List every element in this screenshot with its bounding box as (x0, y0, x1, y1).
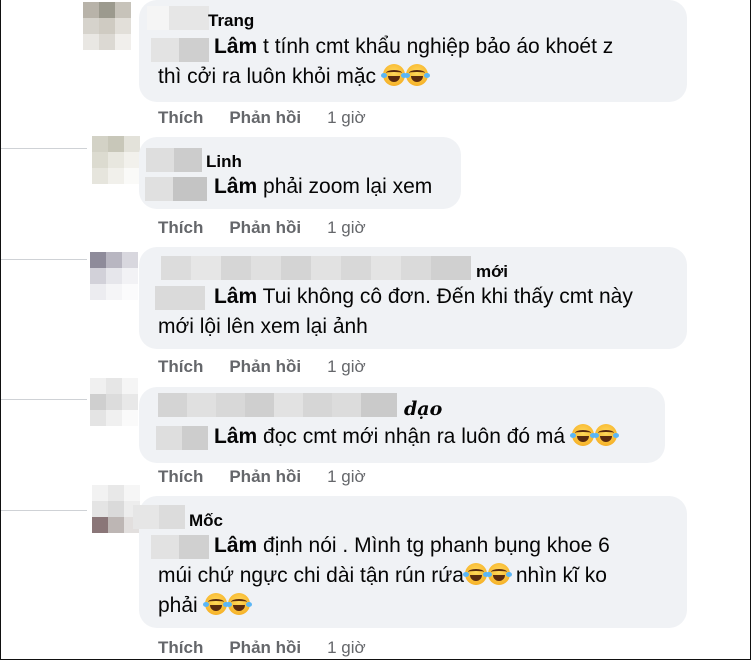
reply-button[interactable]: Phản hồi (229, 638, 301, 658)
blurred-mention (155, 286, 205, 310)
blurred-mention (151, 535, 209, 559)
commenter-name[interactable]: mới (476, 262, 508, 282)
avatar[interactable] (83, 2, 131, 50)
blurred-name (133, 505, 185, 529)
avatar[interactable] (90, 252, 138, 300)
like-button[interactable]: Thích (158, 357, 203, 377)
comment-text: múi chứ ngực chi dài tận rún rứa nhìn kĩ… (158, 563, 607, 587)
like-button[interactable]: Thích (158, 108, 203, 128)
blurred-name (146, 148, 202, 172)
avatar[interactable] (92, 136, 140, 184)
commenter-name[interactable]: Mốc (189, 511, 223, 531)
blurred-name (147, 6, 209, 30)
like-button[interactable]: Thích (158, 218, 203, 238)
laughing-emoji-icon (592, 424, 619, 446)
mention-link[interactable]: Lâm (214, 175, 257, 198)
comment-text: thì cởi ra luôn khỏi mặc (158, 62, 430, 92)
blurred-mention (156, 426, 208, 450)
avatar[interactable] (90, 378, 138, 426)
commenter-name[interactable]: Linh (206, 152, 242, 172)
commenter-name[interactable]: dạo (404, 398, 442, 420)
timestamp[interactable]: 1 giờ (327, 108, 366, 128)
laughing-emoji-icon (225, 593, 252, 615)
mention-link[interactable]: Lâm (214, 35, 257, 58)
mention-link[interactable]: Lâm (214, 285, 257, 308)
comment-text: phải (158, 591, 252, 621)
laughing-emoji-icon (485, 563, 512, 585)
comment-actions: Thích Phản hồi 1 giờ (158, 357, 366, 377)
comment-text: Lâm định nói . Mình tg phanh bụng khoe 6 (214, 534, 610, 557)
divider (1, 510, 87, 511)
reply-button[interactable]: Phản hồi (229, 467, 301, 487)
laughing-emoji-icon (202, 593, 229, 615)
laughing-emoji-icon (403, 64, 430, 86)
reply-button[interactable]: Phản hồi (229, 357, 301, 377)
comment-actions: Thích Phản hồi 1 giờ (158, 108, 366, 128)
reply-button[interactable]: Phản hồi (229, 108, 301, 128)
laughing-emoji-icon (569, 424, 596, 446)
comment-text: Lâm t tính cmt khẩu nghiệp bảo áo khoét … (214, 35, 614, 58)
comment-text: mới lội lên xem lại ảnh (158, 315, 368, 338)
timestamp[interactable]: 1 giờ (327, 218, 366, 238)
comment-actions: Thích Phản hồi 1 giờ (158, 638, 366, 658)
timestamp[interactable]: 1 giờ (327, 357, 366, 377)
comment-text: Lâm Tui không cô đơn. Đến khi thấy cmt n… (214, 285, 633, 308)
commenter-name[interactable]: Trang (208, 11, 254, 31)
comment-thread: Trang Lâm t tính cmt khẩu nghiệp bảo áo … (0, 0, 751, 660)
divider (1, 259, 87, 260)
mention-link[interactable]: Lâm (214, 425, 257, 448)
blurred-mention (151, 38, 209, 62)
comment-actions: Thích Phản hồi 1 giờ (158, 467, 366, 487)
divider (1, 399, 87, 400)
blurred-name (158, 393, 397, 417)
laughing-emoji-icon (380, 64, 407, 86)
comment-text: Lâm phải zoom lại xem (214, 175, 433, 198)
blurred-mention (145, 177, 207, 201)
divider (1, 148, 87, 149)
reply-button[interactable]: Phản hồi (229, 218, 301, 238)
blurred-name (161, 256, 471, 280)
like-button[interactable]: Thích (158, 638, 203, 658)
comment-actions: Thích Phản hồi 1 giờ (158, 218, 366, 238)
timestamp[interactable]: 1 giờ (327, 467, 366, 487)
like-button[interactable]: Thích (158, 467, 203, 487)
timestamp[interactable]: 1 giờ (327, 638, 366, 658)
mention-link[interactable]: Lâm (214, 534, 257, 557)
comment-text: Lâm đọc cmt mới nhận ra luôn đó má (214, 422, 619, 452)
laughing-emoji-icon (462, 563, 489, 585)
